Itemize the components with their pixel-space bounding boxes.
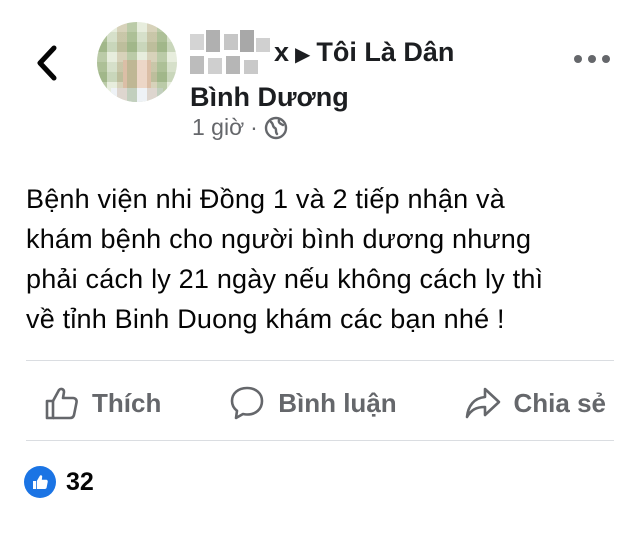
like-button[interactable]: Thích: [26, 384, 177, 422]
more-dot-icon: [574, 55, 582, 63]
like-reaction-icon: [24, 466, 56, 498]
post-meta: 1 giờ ·: [192, 114, 288, 141]
post-text-line: về tỉnh Binh Duong khám các bạn nhé !: [26, 304, 505, 334]
share-arrow-icon: [465, 387, 500, 419]
post-text-line: phải cách ly 21 ngày nếu không cách ly t…: [26, 264, 544, 294]
comment-icon: [230, 386, 264, 420]
post-header-title[interactable]: x ▶ Tôi Là Dân Bình Dương: [190, 31, 570, 118]
post-text-line: Bệnh viện nhi Đồng 1 và 2 tiếp nhận và: [26, 184, 505, 214]
avatar-pixelation: [97, 22, 177, 102]
back-button[interactable]: [30, 42, 64, 84]
meta-separator: ·: [250, 114, 258, 140]
post-text-line: khám bệnh cho người bình dương nhưng: [26, 224, 532, 254]
thumbs-up-icon: [45, 387, 78, 420]
group-name-line1[interactable]: Tôi Là Dân: [316, 37, 454, 67]
globe-icon: [264, 116, 288, 139]
like-label: Thích: [92, 387, 162, 418]
more-dot-icon: [602, 55, 610, 63]
thumbs-up-filled-icon: [33, 475, 48, 489]
reaction-summary[interactable]: 32: [24, 466, 94, 498]
divider-top: [26, 360, 614, 361]
more-options-button[interactable]: [574, 55, 610, 63]
share-label: Chia sẻ: [513, 387, 607, 418]
divider-bottom: [26, 440, 614, 441]
author-name-suffix[interactable]: x: [274, 37, 289, 67]
share-button[interactable]: Chia sẻ: [448, 384, 615, 422]
comment-button[interactable]: Bình luận: [212, 384, 412, 422]
avatar[interactable]: [97, 22, 177, 102]
like-count: 32: [66, 467, 94, 496]
chevron-left-icon: [37, 45, 57, 81]
more-dot-icon: [588, 55, 596, 63]
post-body: Bệnh viện nhi Đồng 1 và 2 tiếp nhận và k…: [26, 179, 616, 339]
group-name-line2[interactable]: Bình Dương: [190, 82, 349, 112]
breadcrumb-arrow-icon: ▶: [295, 44, 311, 66]
action-bar: Thích Bình luận Chia sẻ: [26, 377, 614, 429]
comment-label: Bình luận: [278, 387, 397, 418]
post-time[interactable]: 1 giờ: [192, 114, 244, 141]
